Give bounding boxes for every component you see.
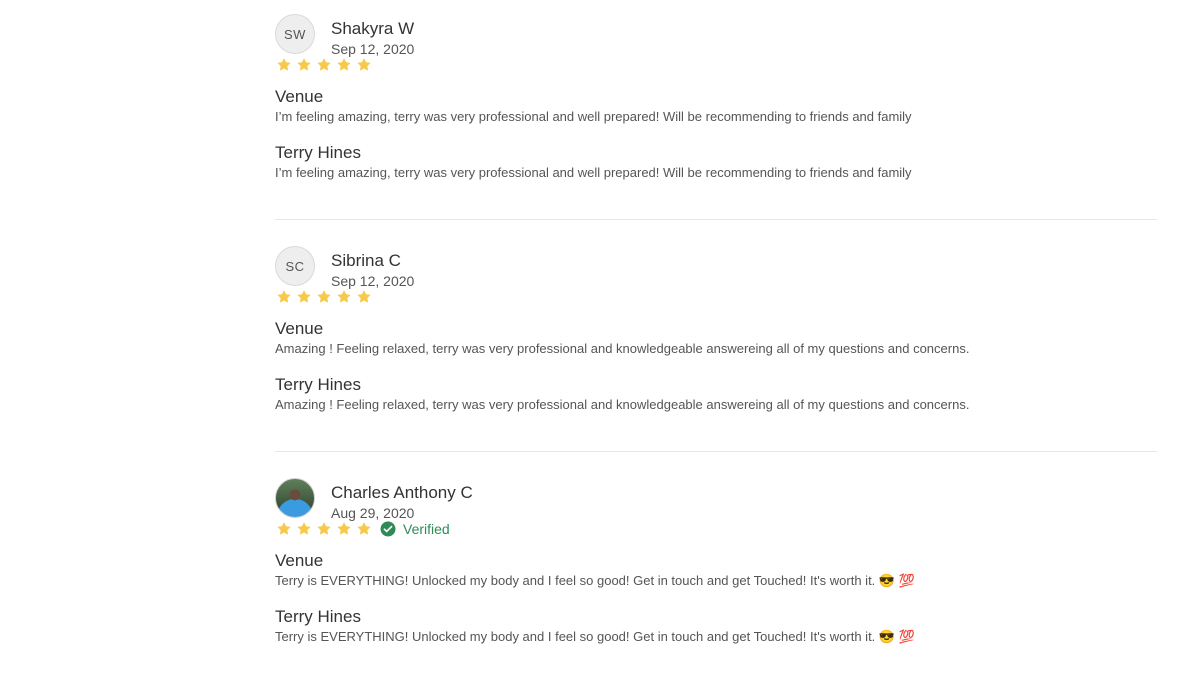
section-text: I’m feeling amazing, terry was very prof… bbox=[275, 109, 912, 124]
avatar: SC bbox=[275, 246, 315, 286]
verified-label: Verified bbox=[403, 521, 450, 537]
avatar: SW bbox=[275, 14, 315, 54]
star-icon bbox=[295, 56, 313, 74]
star-icon bbox=[355, 288, 373, 306]
star-icon bbox=[355, 56, 373, 74]
star-icon bbox=[335, 56, 353, 74]
review-item: Charles Anthony C Aug 29, 2020 Verified … bbox=[275, 464, 1157, 696]
section-title: Terry Hines bbox=[275, 375, 361, 394]
rating-row: Verified bbox=[275, 520, 1157, 550]
check-circle-icon bbox=[380, 521, 396, 537]
star-icon bbox=[295, 288, 313, 306]
star-icon bbox=[335, 520, 353, 538]
review-item: SW Shakyra W Sep 12, 2020 Venue I’m feel… bbox=[275, 0, 1157, 232]
review-content: SW Shakyra W Sep 12, 2020 Venue I’m feel… bbox=[275, 14, 1157, 182]
reviewer-name: Sibrina C bbox=[331, 251, 401, 270]
rating-row bbox=[275, 56, 1157, 86]
reviewer-name: Charles Anthony C bbox=[331, 483, 473, 502]
star-icon bbox=[275, 56, 293, 74]
star-icon bbox=[315, 520, 333, 538]
review-section-provider: Terry Hines Terry is EVERYTHING! Unlocke… bbox=[275, 606, 1157, 646]
review-section-provider: Terry Hines Amazing ! Feeling relaxed, t… bbox=[275, 374, 1157, 414]
star-icon bbox=[315, 288, 333, 306]
review-divider bbox=[275, 451, 1157, 452]
star-rating bbox=[275, 520, 373, 538]
reviews-list: SW Shakyra W Sep 12, 2020 Venue I’m feel… bbox=[275, 0, 1157, 696]
reviewer-name: Shakyra W bbox=[331, 19, 415, 38]
star-rating bbox=[275, 56, 373, 74]
review-section-venue: Venue I’m feeling amazing, terry was ver… bbox=[275, 86, 1157, 126]
star-rating bbox=[275, 288, 373, 306]
verified-badge: Verified bbox=[379, 520, 450, 538]
star-icon bbox=[335, 288, 353, 306]
star-icon bbox=[275, 520, 293, 538]
review-date: Aug 29, 2020 bbox=[331, 505, 415, 521]
review-content: Charles Anthony C Aug 29, 2020 Verified … bbox=[275, 478, 1157, 646]
section-text: I’m feeling amazing, terry was very prof… bbox=[275, 165, 912, 180]
review-header: SW Shakyra W Sep 12, 2020 bbox=[275, 14, 1157, 57]
star-icon bbox=[355, 520, 373, 538]
review-section-venue: Venue Terry is EVERYTHING! Unlocked my b… bbox=[275, 550, 1157, 590]
section-title: Terry Hines bbox=[275, 143, 361, 162]
section-text: Terry is EVERYTHING! Unlocked my body an… bbox=[275, 573, 915, 588]
review-header: SC Sibrina C Sep 12, 2020 bbox=[275, 246, 1157, 289]
review-item: SC Sibrina C Sep 12, 2020 Venue Amazing … bbox=[275, 232, 1157, 464]
section-text: Terry is EVERYTHING! Unlocked my body an… bbox=[275, 629, 915, 644]
review-date: Sep 12, 2020 bbox=[331, 41, 415, 57]
section-text: Amazing ! Feeling relaxed, terry was ver… bbox=[275, 341, 970, 356]
review-date: Sep 12, 2020 bbox=[331, 273, 415, 289]
review-divider bbox=[275, 219, 1157, 220]
star-icon bbox=[315, 56, 333, 74]
star-icon bbox=[295, 520, 313, 538]
avatar-photo bbox=[275, 478, 315, 518]
section-title: Terry Hines bbox=[275, 607, 361, 626]
review-header: Charles Anthony C Aug 29, 2020 bbox=[275, 478, 1157, 521]
section-title: Venue bbox=[275, 87, 324, 106]
review-content: SC Sibrina C Sep 12, 2020 Venue Amazing … bbox=[275, 246, 1157, 414]
section-title: Venue bbox=[275, 319, 324, 338]
star-icon bbox=[275, 288, 293, 306]
review-section-venue: Venue Amazing ! Feeling relaxed, terry w… bbox=[275, 318, 1157, 358]
rating-row bbox=[275, 288, 1157, 318]
review-section-provider: Terry Hines I’m feeling amazing, terry w… bbox=[275, 142, 1157, 182]
section-title: Venue bbox=[275, 551, 324, 570]
section-text: Amazing ! Feeling relaxed, terry was ver… bbox=[275, 397, 970, 412]
